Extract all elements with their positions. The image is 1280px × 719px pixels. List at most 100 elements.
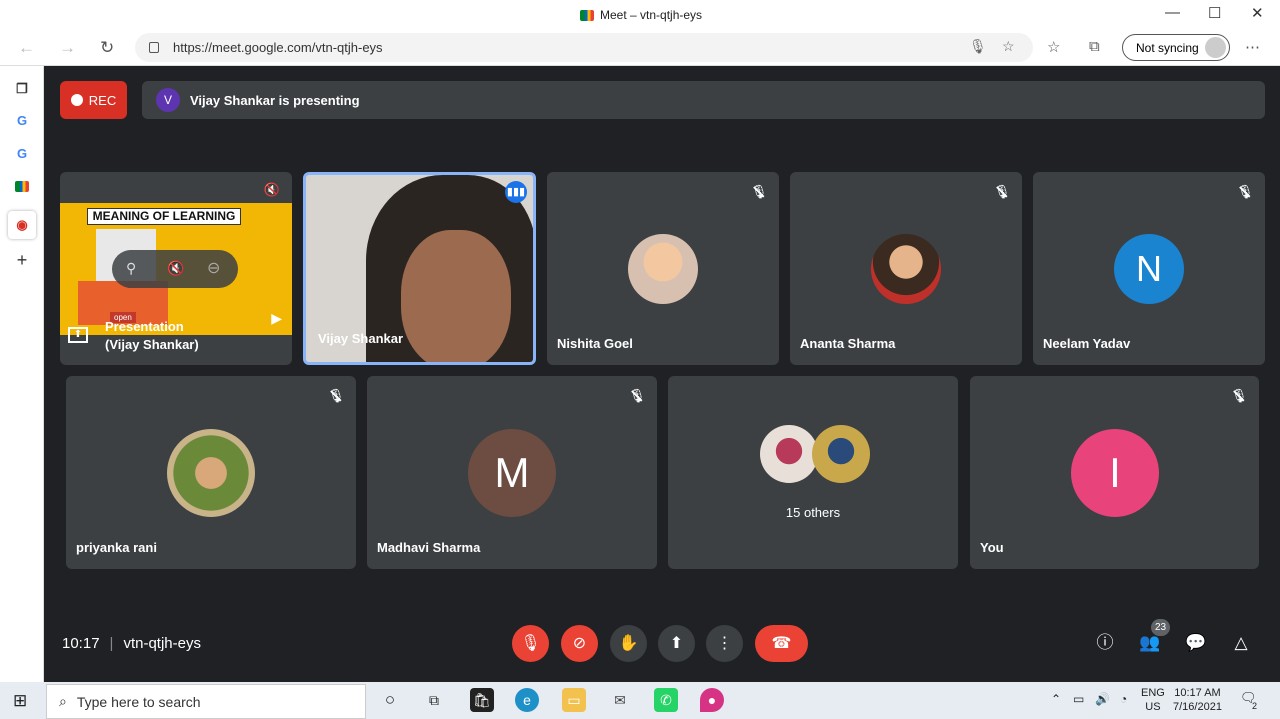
meeting-info-icon[interactable]: ⓘ <box>1092 630 1118 656</box>
participant-tile-nishita[interactable]: 🎙 Nishita Goel <box>547 172 779 365</box>
search-placeholder: Type here to search <box>76 693 201 710</box>
profile-avatar <box>1205 37 1226 58</box>
camera-toggle-button[interactable]: ⊘ <box>561 625 598 662</box>
participant-name: Madhavi Sharma <box>377 540 481 555</box>
file-explorer-icon[interactable]: ▭ <box>562 688 586 712</box>
speaking-indicator-icon: ▮▮▮ <box>505 181 527 203</box>
windows-taskbar: ⊞ ⌕ Type here to search ○ ⧉ 🛍 e ▭ ✉ ✆ ● … <box>0 682 1280 719</box>
recording-indicator[interactable]: REC <box>60 81 127 119</box>
presentation-label: Presentation (Vijay Shankar) <box>105 318 199 354</box>
close-window-button[interactable]: ✕ <box>1251 4 1264 22</box>
record-tab-icon[interactable]: ◉ <box>8 211 36 239</box>
participant-tile-priyanka[interactable]: 🎙 priyanka rani <box>66 376 356 569</box>
clock[interactable]: 10:17 AM 7/16/2021 <box>1173 686 1222 714</box>
collections-icon[interactable]: ⧉ <box>1089 38 1100 55</box>
maximize-button[interactable]: ☐ <box>1208 4 1221 22</box>
avatar-initial: I <box>1071 429 1159 517</box>
participants-count-badge: 23 <box>1151 619 1170 636</box>
participant-name: Vijay Shankar <box>318 331 404 346</box>
google-tab-icon[interactable]: G <box>12 111 32 131</box>
raise-hand-button[interactable]: ✋ <box>610 625 647 662</box>
pin-icon[interactable]: ⚲ <box>126 260 136 277</box>
maps-icon[interactable]: ● <box>700 688 724 712</box>
leave-call-button[interactable]: ☎ <box>755 625 808 662</box>
cortana-icon[interactable]: ○ <box>378 688 402 712</box>
participant-name: priyanka rani <box>76 540 157 555</box>
mic-off-icon: 🎙 <box>1229 386 1249 406</box>
windows-start-icon[interactable]: ⊞ <box>13 691 27 711</box>
participant-tile-ananta[interactable]: 🎙 Ananta Sharma <box>790 172 1022 365</box>
address-bar[interactable]: https://meet.google.com/vtn-qtjh-eys 🎙 ☆ <box>135 33 1033 62</box>
browser-nav-bar: ← → ↻ https://meet.google.com/vtn-qtjh-e… <box>0 30 1280 66</box>
tab-title[interactable]: Meet – vtn-qtjh-eys <box>580 8 702 22</box>
record-dot-icon <box>70 94 83 106</box>
play-icon[interactable]: ▶ <box>271 310 282 327</box>
present-icon: ⬆ <box>669 635 684 652</box>
participant-tile-neelam[interactable]: 🎙 N Neelam Yadav <box>1033 172 1265 365</box>
language-indicator[interactable]: ENG US <box>1141 686 1165 714</box>
avatar-photo <box>871 234 941 304</box>
tray-chevron-icon[interactable]: ⌃ <box>1051 692 1061 706</box>
edge-icon[interactable]: e <box>515 688 539 712</box>
speaker-muted-icon[interactable]: 🔇 <box>264 182 280 198</box>
camera-off-icon: ⊘ <box>572 635 587 652</box>
google-tab-icon-2[interactable]: G <box>12 144 32 164</box>
participant-name: Ananta Sharma <box>800 336 896 351</box>
present-button[interactable]: ⬆ <box>658 625 695 662</box>
presenting-text: Vijay Shankar is presenting <box>190 92 360 108</box>
microphone-icon[interactable]: 🎙 <box>969 38 987 55</box>
back-icon[interactable]: ← <box>18 38 35 58</box>
meeting-toolbar: 10:17 | vtn-qtjh-eys 🎙 ⊘ ✋ ⬆ ⋮ ☎ ⓘ 👥 23 … <box>45 614 1280 682</box>
store-icon[interactable]: 🛍 <box>470 688 494 712</box>
mail-icon[interactable]: ✉ <box>608 688 632 712</box>
avatar-initial: M <box>468 429 556 517</box>
presenter-avatar: V <box>156 88 180 112</box>
lang-top: ENG <box>1141 687 1165 699</box>
tab-actions-icon[interactable]: ❐ <box>12 79 32 99</box>
mute-participant-icon[interactable]: 🔇 <box>167 260 184 277</box>
sync-button[interactable]: Not syncing <box>1122 34 1230 61</box>
tab-title-text: Meet – vtn-qtjh-eys <box>600 8 703 22</box>
add-favorite-icon[interactable]: ☆ <box>1002 38 1015 55</box>
battery-icon[interactable]: ▭ <box>1073 692 1084 706</box>
task-view-icon[interactable]: ⧉ <box>422 688 446 712</box>
forward-icon[interactable]: → <box>59 38 76 58</box>
browser-title-bar: Meet – vtn-qtjh-eys — ☐ ✕ <box>0 0 1280 30</box>
hand-icon: ✋ <box>618 635 639 652</box>
google-meet-icon <box>580 9 594 21</box>
new-tab-icon[interactable]: + <box>12 250 32 270</box>
refresh-icon[interactable]: ↻ <box>100 38 114 58</box>
participant-name: You <box>980 540 1004 555</box>
mic-off-icon: 🎙 <box>749 182 769 202</box>
presentation-tile[interactable]: 🔇 MEANING OF LEARNING open ⚲ 🔇 ⊖ ▶ ⬆ Pre… <box>60 172 292 365</box>
participant-tile-vijay[interactable]: ▮▮▮ Vijay Shankar <box>303 172 536 365</box>
url-text: https://meet.google.com/vtn-qtjh-eys <box>173 40 383 55</box>
taskbar-search[interactable]: ⌕ Type here to search <box>46 684 366 719</box>
participant-tile-you[interactable]: 🎙 I You <box>970 376 1259 569</box>
mic-off-icon: 🎙 <box>1235 182 1255 202</box>
chat-icon[interactable]: 💬 <box>1183 630 1209 656</box>
meeting-code: vtn-qtjh-eys <box>123 635 201 652</box>
participant-tile-madhavi[interactable]: 🎙 M Madhavi Sharma <box>367 376 657 569</box>
participant-name: Neelam Yadav <box>1043 336 1131 351</box>
more-options-button[interactable]: ⋮ <box>706 625 743 662</box>
avatar-initial: N <box>1114 234 1184 304</box>
clock-time: 10:17 AM <box>1174 687 1221 699</box>
mic-off-icon: 🎙 <box>326 386 346 406</box>
others-tile[interactable]: 15 others <box>668 376 958 569</box>
slide-thumbnail: MEANING OF LEARNING open ⚲ 🔇 ⊖ ▶ <box>60 203 292 335</box>
presenting-banner: V Vijay Shankar is presenting <box>142 81 1265 119</box>
volume-icon[interactable]: 🔊 <box>1095 692 1110 706</box>
favorites-icon[interactable]: ☆ <box>1047 38 1060 56</box>
remove-icon[interactable]: ⊖ <box>207 258 220 278</box>
wifi-icon[interactable]: ◔ <box>1120 692 1127 706</box>
avatar-photo <box>167 429 255 517</box>
mic-off-icon: 🎙 <box>520 635 541 652</box>
whatsapp-icon[interactable]: ✆ <box>654 688 678 712</box>
mic-toggle-button[interactable]: 🎙 <box>512 625 549 662</box>
minimize-button[interactable]: — <box>1165 4 1180 21</box>
more-menu-icon[interactable]: ⋯ <box>1245 38 1260 56</box>
tile-hover-controls: ⚲ 🔇 ⊖ <box>112 250 238 288</box>
activities-icon[interactable]: △ <box>1228 630 1254 656</box>
meet-tab-icon[interactable] <box>12 178 32 198</box>
